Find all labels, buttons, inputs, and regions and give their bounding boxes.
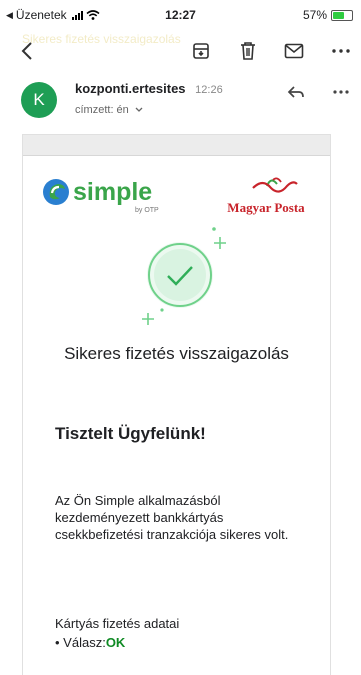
magyar-posta-text: Magyar Posta (227, 200, 305, 215)
chevron-down-icon (135, 107, 143, 112)
email-body: simple by OTP Magyar Posta Sikeres fizet… (23, 135, 330, 675)
sent-time: 12:26 (195, 84, 223, 96)
recipient-toggle[interactable]: címzett: én (75, 104, 143, 116)
recipient-label: címzett: én (75, 104, 129, 116)
delete-icon[interactable] (236, 39, 260, 63)
message-text: Az Ön Simple alkalmazásból kezdeményezet… (55, 493, 289, 542)
mark-unread-icon[interactable] (282, 39, 306, 63)
simple-logo: simple by OTP (41, 174, 171, 214)
archive-icon[interactable] (189, 39, 213, 63)
status-bar: ◀ Üzenetek 12:27 57% (0, 0, 361, 26)
reply-icon[interactable] (284, 80, 308, 104)
message-header: K kozponti.ertesites 12:26 címzett: én (0, 76, 361, 122)
avatar: K (21, 82, 57, 118)
magyar-posta-logo: Magyar Posta (223, 172, 309, 220)
simple-logo-text: simple (73, 178, 152, 206)
message-more-icon[interactable] (328, 80, 354, 104)
more-options-icon[interactable] (327, 39, 355, 63)
ghost-subject: Sikeres fizetés visszaigazolás (22, 32, 181, 46)
greeting: Tisztelt Ügyfelünk! (55, 424, 206, 443)
sender-line: kozponti.ertesites 12:26 (75, 81, 223, 96)
simple-logo-tagline: by OTP (135, 207, 159, 214)
email-top-band (23, 135, 330, 156)
back-arrow-icon[interactable] (14, 38, 40, 64)
sender-name[interactable]: kozponti.ertesites (75, 81, 186, 96)
success-check-icon (118, 215, 243, 330)
details-title: Kártyás fizetés adatai (55, 616, 180, 631)
success-title: Sikeres fizetés visszaigazolás (64, 344, 289, 363)
message-toolbar: Sikeres fizetés visszaigazolás (0, 30, 361, 74)
battery-percent: 57% (302, 8, 327, 22)
battery-icon (331, 9, 353, 21)
